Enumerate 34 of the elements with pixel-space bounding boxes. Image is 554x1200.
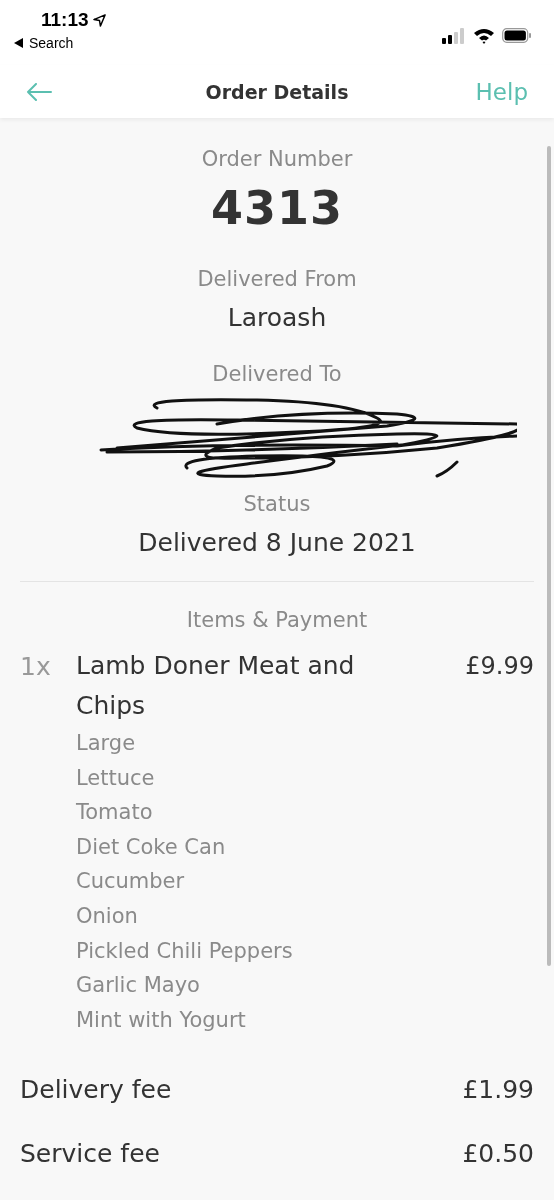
clock-time: 11:13 [41, 9, 89, 31]
location-arrow-icon [92, 13, 106, 27]
item-option: Lettuce [76, 760, 466, 796]
item-option: Diet Coke Can [76, 829, 466, 865]
back-triangle-icon [14, 38, 23, 48]
order-number: 4313 [211, 181, 343, 235]
item-option: Pickled Chili Peppers [76, 933, 466, 969]
back-button[interactable] [26, 82, 52, 101]
battery-icon [502, 28, 532, 43]
delivered-to-label: Delivered To [212, 362, 342, 386]
page-title: Order Details [205, 80, 349, 103]
wifi-icon [473, 27, 495, 44]
item-option: Large [76, 726, 466, 761]
back-arrow-icon [26, 82, 52, 101]
fee-amount: £0.50 [462, 1139, 534, 1169]
fee-label: Delivery fee [20, 1075, 172, 1105]
delivered-from-label: Delivered From [197, 267, 357, 291]
fee-amount: £1.99 [462, 1075, 534, 1105]
signal-icon [442, 27, 466, 44]
item-price: £9.99 [465, 652, 534, 680]
section-heading: Items & Payment [186, 608, 368, 632]
back-to-search-link[interactable]: Search [14, 35, 106, 51]
item-option: Mint with Yogurt [76, 1002, 466, 1038]
item-option: Onion [76, 898, 466, 934]
item-option: Tomato [76, 795, 466, 830]
restaurant-name: Laroash [227, 303, 327, 332]
item-option: Cucumber [76, 864, 466, 899]
order-status: Delivered 8 June 2021 [138, 528, 416, 557]
status-label: Status [243, 492, 311, 516]
fee-label: Service fee [20, 1139, 160, 1169]
item-name: Lamb Doner Meat and Chips [76, 650, 356, 722]
item-option: Garlic Mayo [76, 968, 466, 1003]
order-number-label: Order Number [201, 147, 353, 171]
item-quantity: 1x [20, 652, 52, 681]
